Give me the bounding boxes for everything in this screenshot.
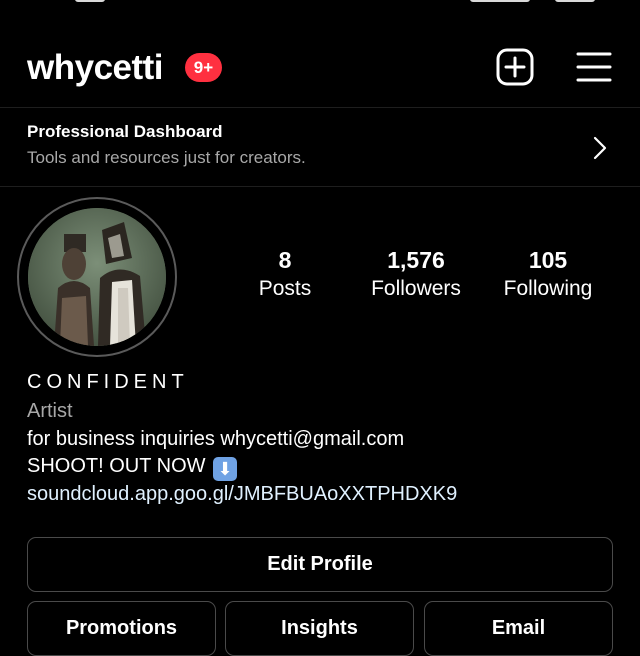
stat-following-value: 105 [528,247,568,273]
email-button[interactable]: Email [424,601,613,656]
stat-following[interactable]: 105 Following [478,246,618,303]
professional-dashboard-row[interactable]: Professional Dashboard Tools and resourc… [0,109,640,186]
bio-release-line: SHOOT! OUT NOW ⬇ [27,452,238,481]
bio-category: Artist [27,400,73,422]
promotions-button[interactable]: Promotions [27,601,216,656]
edit-profile-button[interactable]: Edit Profile [27,537,613,592]
avatar-artwork-image [28,208,166,346]
stat-posts-value: 8 [278,247,292,273]
stat-followers[interactable]: 1,576 Followers [346,246,486,303]
notification-badge[interactable]: 9+ [185,53,222,82]
hamburger-menu-icon [576,52,612,82]
stat-posts[interactable]: 8 Posts [215,246,355,303]
plus-square-icon [496,48,534,86]
bio-link[interactable]: soundcloud.app.goo.gl/JMBFBUAoXXTPHDXK9 [27,480,457,508]
bio-business-line: for business inquiries whycetti@gmail.co… [27,428,405,450]
bio-release-text: SHOOT! OUT NOW [27,455,206,477]
avatar [28,208,166,346]
stat-followers-label: Followers [371,277,461,300]
chevron-right-icon [593,136,607,160]
new-post-button[interactable] [496,48,534,86]
stat-posts-label: Posts [258,277,312,300]
menu-button[interactable] [576,50,612,84]
divider [0,186,640,187]
stat-followers-value: 1,576 [387,247,445,273]
divider [0,107,640,108]
insights-button[interactable]: Insights [225,601,414,656]
dashboard-title: Professional Dashboard [27,122,223,141]
dashboard-subtitle: Tools and resources just for creators. [27,148,306,167]
profile-username[interactable]: whycetti [27,46,164,90]
stat-following-label: Following [503,277,593,300]
profile-header: whycetti 9+ [0,0,640,108]
profile-avatar-button[interactable] [17,197,177,357]
bio-name: CONFIDENT [27,371,189,393]
down-arrow-emoji-icon: ⬇ [213,457,238,481]
